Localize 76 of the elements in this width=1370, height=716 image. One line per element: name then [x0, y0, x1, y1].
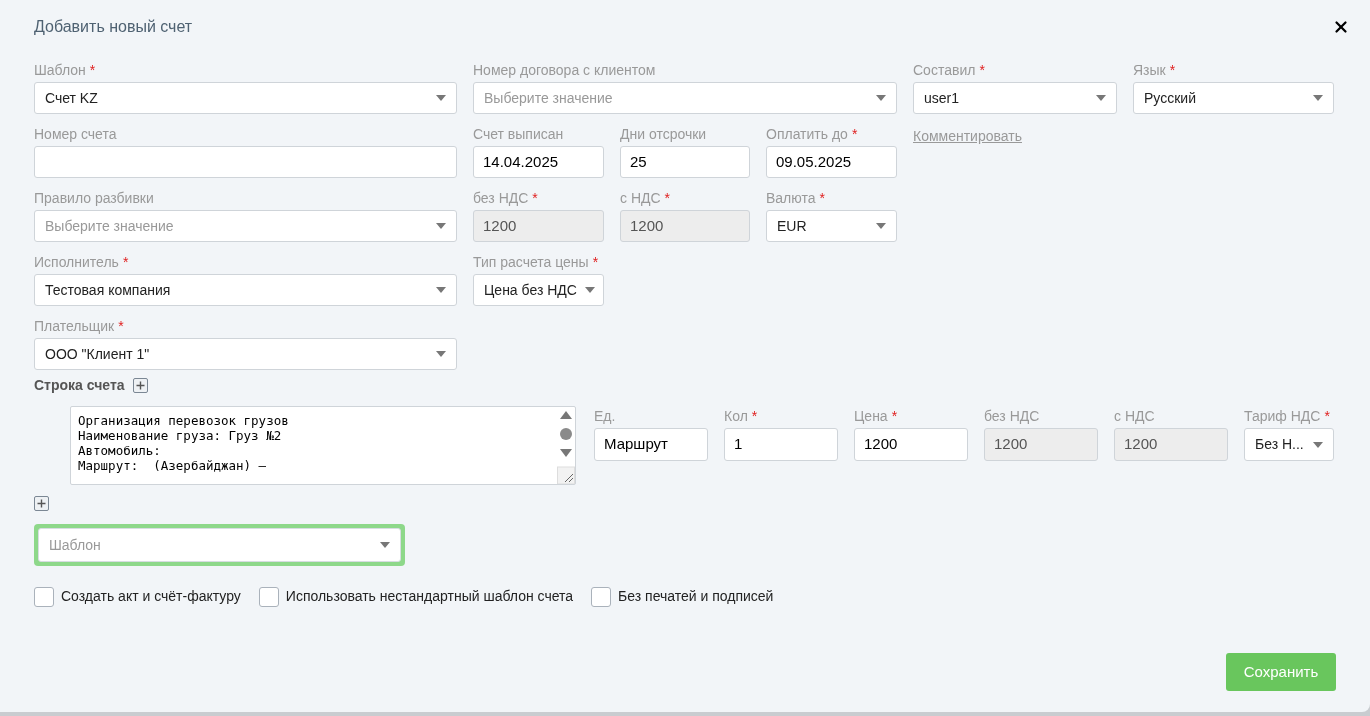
- field-label: Валюта: [766, 189, 816, 208]
- dropdown-field[interactable]: ООО "Клиент 1": [34, 338, 457, 370]
- required-mark: *: [751, 407, 758, 426]
- required-mark: *: [979, 61, 985, 80]
- dropdown-field[interactable]: Тестовая компания: [34, 274, 457, 306]
- field-label: Язык: [1133, 61, 1166, 80]
- description-field[interactable]: Организация перевозок грузов Наименование груза: Груз №2 Автомобиль: Маршрут: (Азербайджан) –: [70, 406, 576, 485]
- caret-icon: [584, 287, 595, 293]
- required-mark: *: [1169, 61, 1176, 80]
- field-label: с НДС: [620, 189, 661, 208]
- required-mark: *: [819, 189, 825, 208]
- caret-icon: [436, 287, 446, 293]
- field-label: Дни отсрочки: [620, 125, 707, 144]
- field-label: Счет выписан: [473, 125, 564, 144]
- required-mark: *: [891, 407, 898, 426]
- required-mark: *: [118, 317, 124, 336]
- dialog-title: Добавить новый счет: [34, 17, 193, 37]
- field-label: Кол: [724, 407, 748, 426]
- field-label: Плательщик: [34, 317, 115, 336]
- field-label: Исполнитель: [34, 253, 119, 272]
- required-mark: *: [851, 125, 858, 144]
- input-field[interactable]: [34, 146, 457, 178]
- field-label: без НДС: [984, 407, 1040, 426]
- caret-icon: [380, 542, 390, 548]
- dropdown-field[interactable]: Русский: [1133, 82, 1334, 114]
- description-line: Маршрут: (Азербайджан) –: [78, 458, 268, 473]
- checkbox-label: Без печатей и подписей: [618, 587, 774, 606]
- checkbox[interactable]: [258, 586, 279, 607]
- checkbox-label: Создать акт и счёт-фактуру: [61, 587, 241, 606]
- caret-icon: [436, 95, 446, 101]
- field-label: Номер договора с клиентом: [473, 61, 656, 80]
- dropdown-field[interactable]: Счет KZ: [34, 82, 457, 114]
- field-label: Шаблон: [34, 61, 86, 80]
- field-label: Тариф НДС: [1244, 407, 1321, 426]
- caret-icon: [876, 95, 886, 101]
- input-field[interactable]: 1200: [854, 428, 968, 461]
- description-line: Организация перевозок грузов: [78, 413, 290, 428]
- close-icon[interactable]: [1332, 18, 1350, 36]
- required-mark: *: [1324, 407, 1330, 426]
- required-mark: *: [664, 189, 671, 208]
- field-label: Составил: [913, 61, 976, 80]
- plus-icon[interactable]: [132, 377, 148, 393]
- section-title: Строка счета: [34, 375, 125, 395]
- plus-icon[interactable]: [34, 496, 49, 511]
- caret-icon: [1096, 95, 1106, 101]
- field-label: без НДС: [473, 189, 529, 208]
- caret-icon: [436, 223, 446, 229]
- checkbox-label: Использовать нестандартный шаблон счета: [285, 587, 574, 606]
- field-label: Номер счета: [34, 125, 117, 144]
- field-label: Оплатить до: [766, 125, 848, 144]
- caret-icon: [876, 223, 886, 229]
- field-label: Ед.: [594, 407, 616, 426]
- required-mark: *: [122, 253, 129, 272]
- field-label: Цена: [854, 407, 888, 426]
- input-field[interactable]: 1: [724, 428, 838, 461]
- description-line: Автомобиль:: [78, 443, 162, 458]
- dropdown-field[interactable]: Без Н...: [1244, 428, 1334, 461]
- checkbox[interactable]: [34, 586, 54, 607]
- required-mark: *: [592, 253, 599, 272]
- caret-icon: [436, 351, 446, 357]
- dropdown-field[interactable]: Цена без НДС: [473, 274, 604, 306]
- dropdown-field[interactable]: user1: [913, 82, 1117, 114]
- field-label: Тип расчета цены: [473, 253, 589, 272]
- field-label: Правило разбивки: [34, 189, 154, 208]
- checkbox[interactable]: [591, 586, 612, 607]
- input-field[interactable]: 09.05.2025: [766, 146, 897, 178]
- required-mark: *: [532, 189, 538, 208]
- input-field[interactable]: 25: [620, 146, 750, 178]
- description-line: Наименование груза: Груз №2: [78, 428, 283, 443]
- dropdown-field[interactable]: EUR: [766, 210, 897, 242]
- input-field[interactable]: Маршрут: [594, 428, 708, 461]
- required-mark: *: [89, 61, 96, 80]
- field-label: с НДС: [1114, 407, 1155, 426]
- caret-icon: [1313, 95, 1323, 101]
- input-field[interactable]: 14.04.2025: [473, 146, 604, 178]
- caret-icon: [1313, 441, 1323, 448]
